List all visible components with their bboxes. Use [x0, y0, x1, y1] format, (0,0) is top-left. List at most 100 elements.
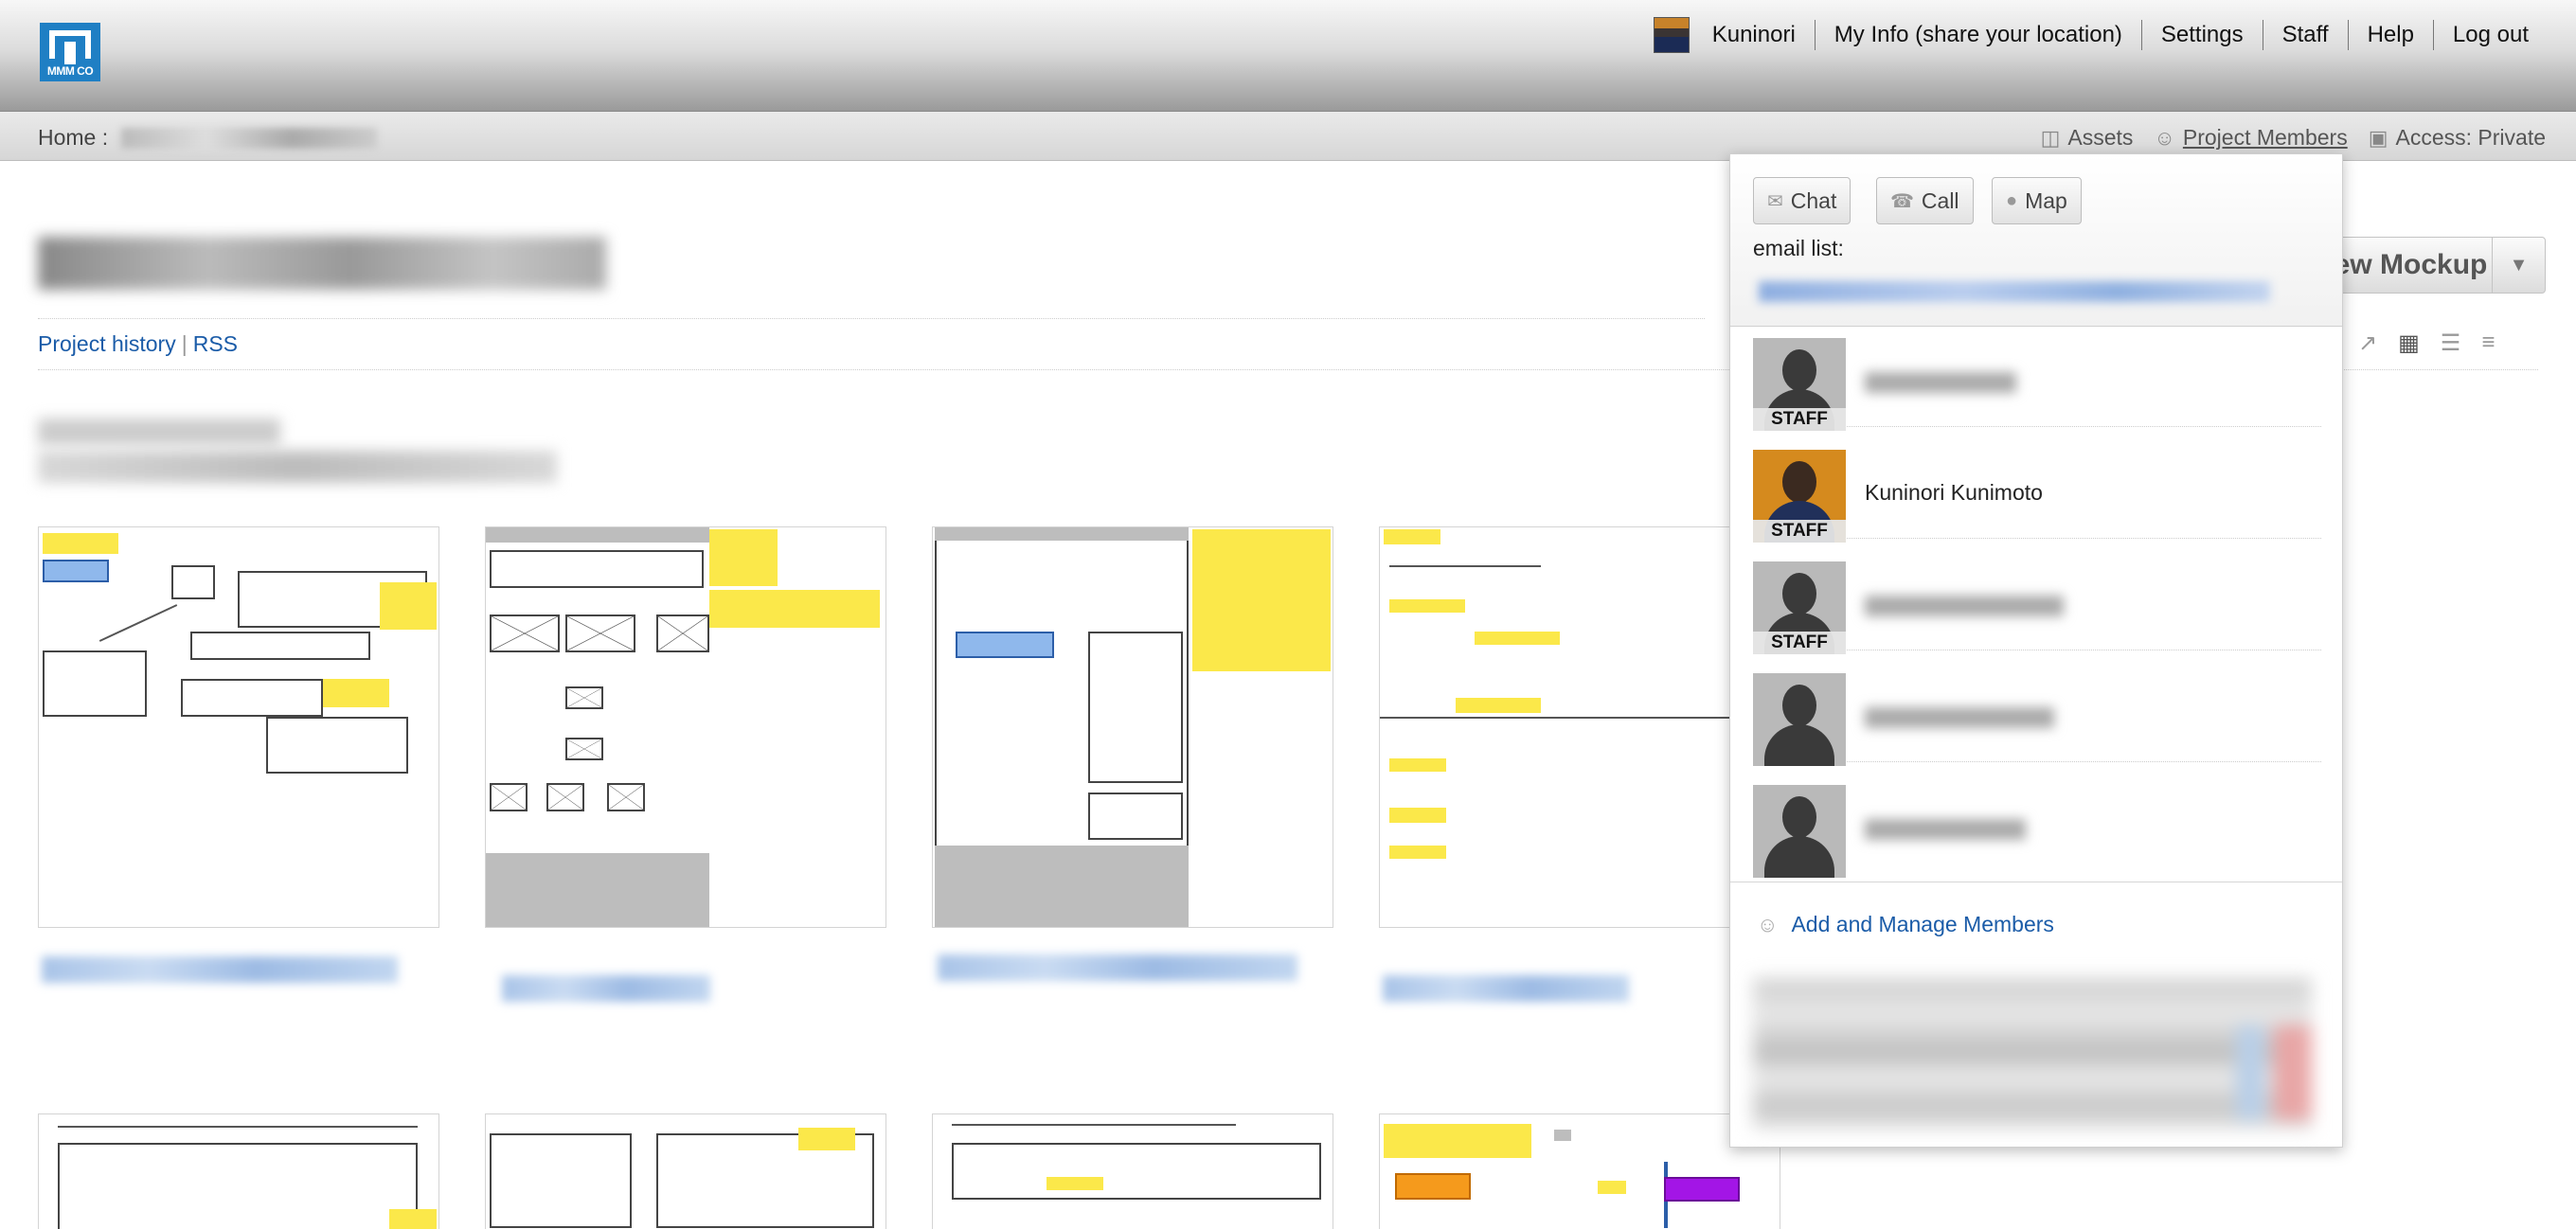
- settings-link[interactable]: Settings: [2140, 20, 2263, 50]
- sticky-note: [1475, 632, 1560, 645]
- user-menu[interactable]: Kuninori: [1653, 17, 1815, 53]
- mockup-caption-redacted: [42, 956, 398, 983]
- breadcrumb: Home :: [38, 125, 378, 151]
- map-label: Map: [2025, 187, 2067, 213]
- member-name-redacted: [1865, 707, 2054, 728]
- sticky-note: [389, 1209, 437, 1229]
- project-members-link[interactable]: ☺ Project Members: [2154, 125, 2347, 151]
- sticky-note: [1384, 1124, 1531, 1158]
- project-subnav: ◫ Assets ☺ Project Members ▣ Access: Pri…: [2041, 125, 2546, 151]
- wireframe-shape: [171, 565, 215, 599]
- image-placeholder: [490, 614, 560, 652]
- email-list-redacted[interactable]: [1759, 281, 2270, 302]
- access-link[interactable]: ▣ Access: Private: [2369, 125, 2546, 151]
- wireframe-table: [952, 1143, 1321, 1200]
- wireframe-line: [58, 1126, 418, 1128]
- lock-icon: ▣: [2368, 125, 2388, 150]
- avatar: STAFF: [1753, 338, 1846, 431]
- chevron-down-icon[interactable]: ▼: [2492, 238, 2545, 293]
- staff-badge: STAFF: [1753, 520, 1846, 543]
- wireframe-shape: [956, 632, 1054, 658]
- logo-mark: [49, 30, 91, 64]
- image-placeholder: [607, 783, 645, 811]
- help-link[interactable]: Help: [2347, 20, 2433, 50]
- mockup-thumbnail[interactable]: [485, 526, 886, 928]
- mockup-thumbnail[interactable]: [932, 1113, 1333, 1229]
- sticky-note: [1384, 529, 1440, 544]
- mockup-caption-redacted: [1383, 975, 1629, 1002]
- grid-view-icon[interactable]: ▦: [2398, 330, 2420, 357]
- wireframe-shape: [43, 560, 109, 582]
- logo-text: MMM CO: [46, 64, 94, 78]
- sticky-note: [709, 590, 880, 628]
- member-row[interactable]: STAFF: [1753, 556, 2321, 654]
- sticky-note: [1389, 599, 1465, 613]
- map-button[interactable]: ● Map: [1992, 177, 2082, 224]
- my-info-link[interactable]: My Info (share your location): [1814, 20, 2141, 50]
- pending-invites-redacted: [1753, 978, 2312, 1130]
- mockup-thumbnail[interactable]: [1379, 526, 1780, 928]
- image-placeholder: [546, 783, 584, 811]
- member-row[interactable]: [1753, 779, 2321, 878]
- wireframe-shape: [1395, 1173, 1471, 1200]
- assets-icon: ◫: [2040, 125, 2061, 150]
- breadcrumb-home[interactable]: Home :: [38, 125, 108, 151]
- project-history-link[interactable]: Project history: [38, 331, 176, 356]
- wireframe-shape: [1554, 1130, 1571, 1141]
- wireframe-shape: [190, 632, 370, 660]
- rss-link[interactable]: RSS: [193, 331, 238, 356]
- members-icon: ☺: [2154, 125, 2175, 150]
- chat-icon: ✉: [1767, 190, 1783, 212]
- breadcrumb-project-redacted: [121, 127, 378, 149]
- map-pin-icon: ●: [2006, 189, 2018, 211]
- image-placeholder: [565, 614, 635, 652]
- wireframe-line: [952, 1124, 1236, 1126]
- sticky-note: [1389, 808, 1446, 823]
- mockup-thumbnail[interactable]: [932, 526, 1333, 928]
- phone-icon: ☎: [1890, 190, 1914, 212]
- image-placeholder: [565, 686, 603, 709]
- top-bar: MMM CO Kuninori My Info (share your loca…: [0, 0, 2576, 112]
- link-separator: |: [181, 331, 188, 356]
- mockup-thumbnail[interactable]: [485, 1113, 886, 1229]
- mockup-caption-redacted: [502, 975, 710, 1002]
- member-row[interactable]: STAFF Kuninori Kunimoto: [1753, 444, 2321, 543]
- compact-list-icon[interactable]: ≡: [2481, 330, 2495, 357]
- access-label: Access: Private: [2395, 125, 2547, 150]
- chat-button[interactable]: ✉ Chat: [1753, 177, 1852, 224]
- project-description-redacted: [38, 451, 557, 483]
- wireframe-shape: [266, 717, 408, 774]
- new-mockup-button[interactable]: New Mockup ▼: [2313, 237, 2546, 294]
- call-button[interactable]: ☎ Call: [1876, 177, 1974, 224]
- member-row[interactable]: [1753, 668, 2321, 766]
- wireframe-table: [58, 1143, 418, 1229]
- staff-badge: STAFF: [1753, 632, 1846, 654]
- add-manage-members-link[interactable]: ☺ Add and Manage Members: [1757, 912, 2054, 937]
- sticky-note: [43, 533, 118, 554]
- sticky-note: [1456, 698, 1541, 713]
- company-logo[interactable]: MMM CO: [40, 23, 100, 81]
- member-name-redacted: [1865, 596, 2064, 616]
- sticky-note: [1389, 758, 1446, 772]
- logout-link[interactable]: Log out: [2432, 20, 2548, 50]
- list-view-icon[interactable]: ☰: [2441, 330, 2461, 357]
- wireframe-header: [486, 527, 709, 543]
- project-members-label: Project Members: [2182, 125, 2348, 150]
- sitemap-line: [1380, 717, 1759, 719]
- avatar: STAFF: [1753, 450, 1846, 543]
- member-row[interactable]: STAFF: [1753, 332, 2321, 431]
- mockup-thumbnail[interactable]: [1379, 1113, 1780, 1229]
- wireframe-shape: [490, 1133, 632, 1228]
- assets-link[interactable]: ◫ Assets: [2041, 125, 2134, 151]
- sticky-note: [380, 582, 437, 630]
- mockup-thumbnail[interactable]: [38, 526, 439, 928]
- add-user-icon: ☺: [1757, 912, 1779, 936]
- assets-label: Assets: [2067, 125, 2134, 150]
- mockup-thumbnail[interactable]: [38, 1113, 439, 1229]
- export-icon[interactable]: ↗: [2358, 330, 2377, 357]
- member-name-redacted: [1865, 819, 2026, 840]
- staff-link[interactable]: Staff: [2262, 20, 2348, 50]
- avatar: STAFF: [1753, 561, 1846, 654]
- wireframe-footer: [486, 853, 709, 927]
- user-name: Kuninori: [1711, 22, 1796, 47]
